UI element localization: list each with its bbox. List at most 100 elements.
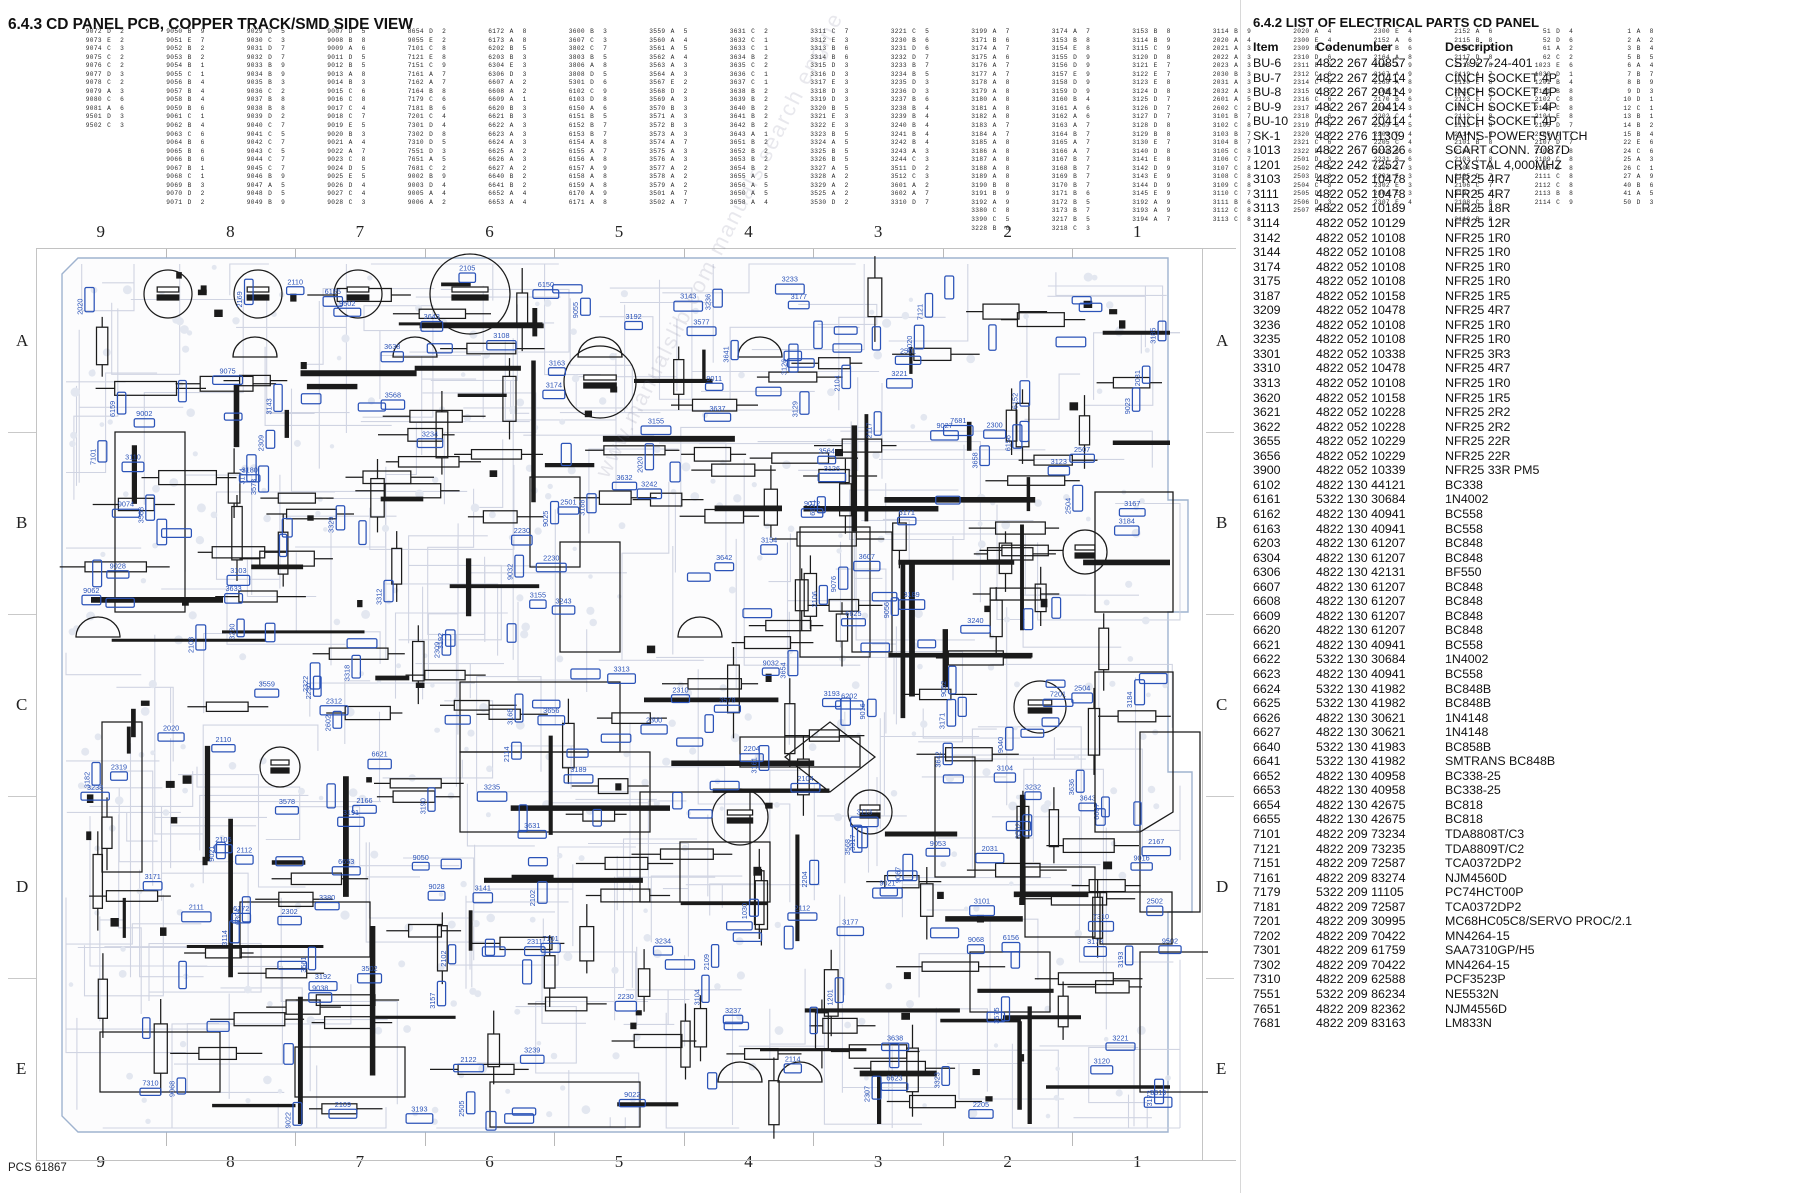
smd-reference-label: 3103 (230, 566, 246, 575)
part-codenumber: 4822 052 10108 (1316, 245, 1406, 260)
locator-row: A (348, 147, 353, 155)
locator-col: 8 (442, 130, 446, 138)
locator-entry: 3574 A 7 (634, 139, 715, 148)
part-codenumber: 4822 209 83163 (1316, 1016, 1406, 1031)
locator-row: D (590, 70, 594, 78)
smd-reference-label: 9028 (428, 882, 444, 891)
locator-row: C (187, 70, 192, 78)
part-codenumber: 4822 130 61207 (1316, 536, 1406, 551)
locator-row: D (912, 87, 916, 95)
locator-entry: 6150 A 6 (553, 105, 634, 114)
locator-col: 9 (1086, 79, 1090, 87)
smd-reference-label: 9022 (284, 1112, 293, 1128)
locator-entry: 3124 D 8 (1117, 88, 1198, 97)
locator-entry: 3320 B 5 (795, 105, 876, 114)
locator-entry: 3167 B 7 (1036, 156, 1117, 165)
locator-row: B (912, 36, 916, 44)
part-description: NFR25 12R (1445, 216, 1511, 231)
locator-row: A (1073, 28, 1077, 35)
locator-row: C (348, 96, 353, 104)
part-codenumber: 4822 052 10478 (1316, 303, 1406, 318)
locator-row: A (670, 62, 675, 70)
locator-col: 7 (844, 28, 849, 35)
locator-id: 3143 (1132, 173, 1149, 181)
locator-entry: 3153 B 8 (1117, 28, 1198, 37)
part-item: 3187 (1253, 288, 1281, 303)
smd-reference-label: 3120 (1094, 1056, 1110, 1065)
smd-reference-label: 3564 (819, 447, 835, 456)
locator-entry: 3234 B 5 (875, 71, 956, 80)
locator-col: 8 (1005, 79, 1010, 87)
locator-entry: 9071 D 2 (151, 199, 232, 208)
locator-entry: 3561 A 5 (634, 45, 715, 54)
locator-row: D (268, 53, 272, 61)
locator-entry: 3162 A 6 (1036, 113, 1117, 122)
smd-reference-label: 3143 (680, 292, 696, 301)
locator-id: 9024 (327, 164, 344, 172)
locator-entry: 3323 B 5 (795, 131, 876, 140)
locator-entry: 9061 C 1 (151, 113, 232, 122)
locator-row: A (992, 147, 997, 155)
locator-id: 3114 (1132, 36, 1149, 44)
part-codenumber: 4822 130 40941 (1316, 506, 1406, 521)
locator-id: 9005 (407, 190, 424, 198)
smd-reference-label: 7681 (950, 416, 966, 425)
locator-row: E (107, 36, 111, 44)
part-item: 6609 (1253, 608, 1281, 623)
locator-entry: 6624 A 3 (473, 139, 554, 148)
locator-col: 8 (1005, 164, 1010, 172)
grid-row-label: A (1216, 331, 1229, 350)
smd-reference-label: 3173 (1145, 1090, 1154, 1106)
locator-entry: 3156 D 9 (1036, 62, 1117, 71)
locator-row: D (268, 28, 272, 35)
part-description: CS7927-24-401 (1445, 56, 1533, 70)
part-item: 7202 (1253, 928, 1281, 943)
locator-col: 8 (603, 62, 607, 70)
locator-col: 7 (925, 198, 929, 206)
locator-id: 3238 (890, 104, 907, 112)
smd-reference-label: 3607 (859, 552, 875, 561)
locator-row: B (1073, 181, 1077, 189)
locator-id: 9071 (166, 198, 183, 206)
locator-id: 9080 (85, 96, 102, 104)
locator-id: 9073 (85, 36, 102, 44)
locator-id: 3105 (1212, 147, 1229, 155)
locator-row: A (670, 113, 675, 121)
part-description: BC818 (1445, 797, 1483, 812)
locator-col: 3 (281, 36, 285, 44)
part-description: MC68HC05C8/SERVO PROC/2.1 (1445, 914, 1633, 929)
locator-id: 9501 (85, 113, 102, 121)
locator-row: A (670, 28, 675, 35)
table-row: 7101 4822 209 73234 TDA8808T/C3 (1253, 827, 1811, 842)
locator-row: B (187, 147, 192, 155)
locator-id: 9008 (327, 36, 344, 44)
locator-id: 3575 (649, 147, 666, 155)
locator-col: 4 (442, 190, 446, 198)
locator-id: 2601 (1212, 96, 1229, 104)
table-row: 7651 4822 209 82362 NJM4556D (1253, 1002, 1811, 1017)
part-item: 6306 (1253, 565, 1281, 580)
locator-entry: 6152 B 7 (553, 122, 634, 131)
part-codenumber: 4822 209 70422 (1316, 928, 1406, 943)
part-description: BC558 (1445, 666, 1483, 681)
locator-col: 7 (1086, 164, 1090, 172)
locator-col: 8 (1166, 79, 1171, 87)
part-description: PCF3523P (1445, 972, 1506, 987)
locator-entry: 3641 B 2 (714, 113, 795, 122)
locator-col: 3 (683, 156, 688, 164)
locator-col: 6 (120, 96, 124, 104)
smd-reference-label: 3239 (524, 1046, 540, 1055)
locator-id: 9028 (327, 198, 344, 206)
locator-entry: 9502 C 3 (70, 122, 151, 131)
part-description: NFR25 4R7 (1445, 186, 1511, 201)
locator-column: 3174 A 7 3153 B 8 3154 E 8 3155 D 9 3156 D 9 3157 E 9 3158… (1036, 28, 1117, 233)
locator-entry: 3806 A 8 (553, 62, 634, 71)
locator-row: D (1073, 53, 1077, 61)
locator-entry: 3192 A 9 (956, 199, 1037, 208)
locator-col: 8 (603, 181, 607, 189)
locator-col: 7 (1166, 70, 1171, 78)
locator-col: 4 (200, 96, 205, 104)
locator-entry: 9015 C 6 (312, 88, 393, 97)
locator-row: A (670, 181, 675, 189)
table-row: 7310 4822 209 62588 PCF3523P (1253, 972, 1811, 987)
